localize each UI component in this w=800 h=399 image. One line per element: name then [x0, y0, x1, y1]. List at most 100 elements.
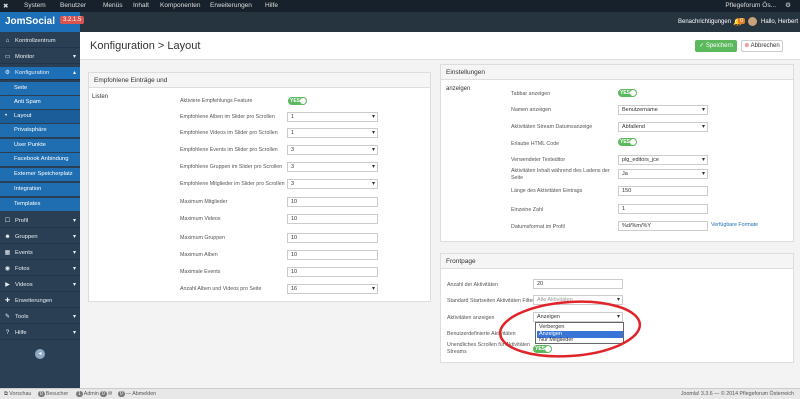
videos-per-scroll-select[interactable]: 1 — [287, 128, 378, 138]
editor-select[interactable]: plg_editors_jce — [618, 155, 708, 165]
sidebar-item-erweiterungen[interactable]: ✚ Erweiterungen — [0, 295, 80, 308]
items-per-page-select[interactable]: 16 — [287, 284, 378, 294]
albums-per-scroll-select[interactable]: 1 — [287, 112, 378, 122]
date-order-select[interactable]: Abfallend — [618, 122, 708, 132]
cancel-label: Abbrechen — [750, 43, 780, 49]
max-events-input[interactable]: 10 — [287, 267, 378, 277]
field-label: Empfohlene Alben im Slider pro Scrollen — [180, 114, 275, 120]
sidebar-item-user-punkte[interactable]: User Punkte — [0, 139, 80, 152]
logout-count-badge: 0 — [118, 391, 125, 397]
default-filter-select[interactable]: Alle Aktivitäten — [533, 295, 623, 305]
sidebar-item-hilfe[interactable]: ? Hilfe ▾ — [0, 327, 80, 340]
cancel-button[interactable]: ⊗ Abbrechen — [741, 40, 783, 52]
avatar[interactable] — [748, 17, 757, 26]
sidebar-item-profil[interactable]: ☐ Profil ▾ — [0, 215, 80, 228]
menu-hilfe[interactable]: Hilfe — [265, 2, 278, 9]
chevron-down-icon: ▾ — [72, 330, 76, 336]
sidebar-item-monitor[interactable]: ▭ Monitor ▾ — [0, 51, 80, 64]
sidebar-item-facebook[interactable]: Facebook Anbindung — [0, 153, 80, 166]
entry-length-input[interactable]: 150 — [618, 186, 708, 196]
field-label: Namen anzeigen — [511, 107, 552, 113]
sidebar-item-konfiguration[interactable]: ⚙ Konfiguration ▴ — [0, 67, 80, 80]
profile-icon: ☐ — [4, 218, 11, 224]
sidebar-item-gruppen[interactable]: ☻ Gruppen ▾ — [0, 231, 80, 244]
sidebar-item-integration[interactable]: Integration — [0, 183, 80, 196]
field-label: Datumsformat im Profil — [511, 224, 565, 230]
field-label: Tabbar anzeigen — [511, 91, 551, 97]
sidebar: ⌂ Kontrollzentrum ▭ Monitor ▾ ⚙ Konfiguratio… — [0, 32, 80, 388]
save-label: Speichern — [705, 43, 733, 49]
max-groups-input[interactable]: 10 — [287, 233, 378, 243]
gear-icon[interactable]: ⚙ — [785, 1, 791, 9]
option-nur-mitglieder[interactable]: Nur Mitglieder — [537, 337, 623, 344]
load-content-select[interactable]: Ja — [618, 169, 708, 179]
field-label: Aktivitäten anzeigen — [447, 315, 495, 321]
monitor-icon: ▭ — [4, 54, 11, 60]
sidebar-item-privatsphaere[interactable]: Privatsphäre — [0, 124, 80, 137]
field-label: Aktiviere Empfehlungs Feature — [180, 98, 253, 104]
tabbar-toggle[interactable]: YES — [618, 89, 637, 97]
sidebar-item-videos[interactable]: ▶ Videos ▾ — [0, 279, 80, 292]
menu-erweiterungen[interactable]: Erweiterungen — [210, 2, 252, 9]
sidebar-item-label: Monitor — [15, 54, 35, 60]
sidebar-item-events[interactable]: ▦ Events ▾ — [0, 247, 80, 260]
sidebar-item-layout[interactable]: • Layout — [0, 110, 80, 123]
site-name-link[interactable]: Pflegeforum Ös... — [725, 2, 776, 9]
save-button[interactable]: ✓ Speichern — [695, 40, 737, 52]
menu-system[interactable]: System — [24, 2, 46, 9]
preview-link[interactable]: ⧉ Vorschau — [4, 391, 31, 398]
formats-link[interactable]: Verfügbare Formate — [711, 222, 758, 228]
notification-count-badge: 0 — [738, 18, 746, 24]
show-activities-dropdown-list: Verbergen Anzeigen Nur Mitglieder — [535, 322, 624, 344]
sidebar-item-fotos[interactable]: ◉ Fotos ▾ — [0, 263, 80, 276]
option-verbergen[interactable]: Verbergen — [537, 324, 623, 331]
html-code-toggle[interactable]: YES — [618, 138, 637, 146]
max-videos-input[interactable]: 10 — [287, 214, 378, 224]
section-label: anzeigen — [446, 86, 471, 92]
menu-komponenten[interactable]: Komponenten — [160, 2, 200, 9]
sidebar-item-tools[interactable]: ✎ Tools ▾ — [0, 311, 80, 324]
mail-status: 0 ✉ — [100, 391, 112, 397]
sidebar-item-speicherplatz[interactable]: Externer Speicherplatz — [0, 168, 80, 181]
sidebar-item-label: Hilfe — [15, 330, 27, 336]
panel-title: Einstellungen — [441, 65, 793, 80]
groups-per-scroll-select[interactable]: 3 — [287, 162, 378, 172]
max-albums-input[interactable]: 10 — [287, 250, 378, 260]
max-members-input[interactable]: 10 — [287, 197, 378, 207]
menu-benutzer[interactable]: Benutzer — [60, 2, 86, 9]
field-label: Maximum Gruppen — [180, 235, 226, 241]
field-label: Aktivitäten Inhalt während des Ladens de… — [511, 168, 610, 174]
toggle-knob — [630, 139, 636, 145]
infinite-scroll-toggle[interactable]: YES — [533, 345, 552, 353]
toggle-knob — [630, 90, 636, 96]
panel-title: Empfohlene Einträge und — [89, 73, 430, 88]
logout-link[interactable]: 0— Abmelden — [118, 391, 156, 397]
field-label: Einzeine Zahl — [511, 207, 544, 213]
collapse-sidebar-icon[interactable]: ◂ — [35, 349, 45, 359]
single-number-input[interactable]: 1 — [618, 204, 708, 214]
sidebar-item-templates[interactable]: Templates — [0, 198, 80, 211]
sidebar-item-kontrollzentrum[interactable]: ⌂ Kontrollzentrum — [0, 35, 80, 48]
menu-inhalt[interactable]: Inhalt — [133, 2, 149, 9]
mail-count-badge: 0 — [100, 391, 107, 397]
sidebar-item-label: Tools — [15, 314, 29, 320]
featured-toggle[interactable]: YES — [288, 97, 307, 105]
field-label: Benutzerdefinierte Aktivitäten — [447, 331, 516, 337]
name-display-select[interactable]: Benutzername — [618, 105, 708, 115]
menu-menues[interactable]: Menüs — [103, 2, 123, 9]
field-label-cont: Streams — [447, 349, 467, 355]
user-greeting[interactable]: Hallo, Herbert — [761, 19, 798, 25]
field-label: Länge des Aktivitäten Eintrags — [511, 188, 583, 194]
activity-count-input[interactable]: 20 — [533, 279, 623, 289]
admin-label: Admin — [83, 391, 99, 397]
events-per-scroll-select[interactable]: 3 — [287, 145, 378, 155]
sidebar-item-label: Events — [15, 250, 33, 256]
joomla-icon[interactable]: ✖ — [3, 2, 8, 10]
sidebar-item-seite[interactable]: Seite — [0, 82, 80, 95]
members-per-scroll-select[interactable]: 3 — [287, 179, 378, 189]
show-activities-select[interactable]: Anzeigen — [533, 312, 623, 322]
notifications-link[interactable]: Benachrichtigungen — [678, 19, 731, 25]
date-format-input[interactable]: %d/%m/%Y — [618, 221, 708, 231]
sidebar-item-anti-spam[interactable]: Anti Spam — [0, 96, 80, 109]
sidebar-item-label: Profil — [15, 218, 29, 224]
